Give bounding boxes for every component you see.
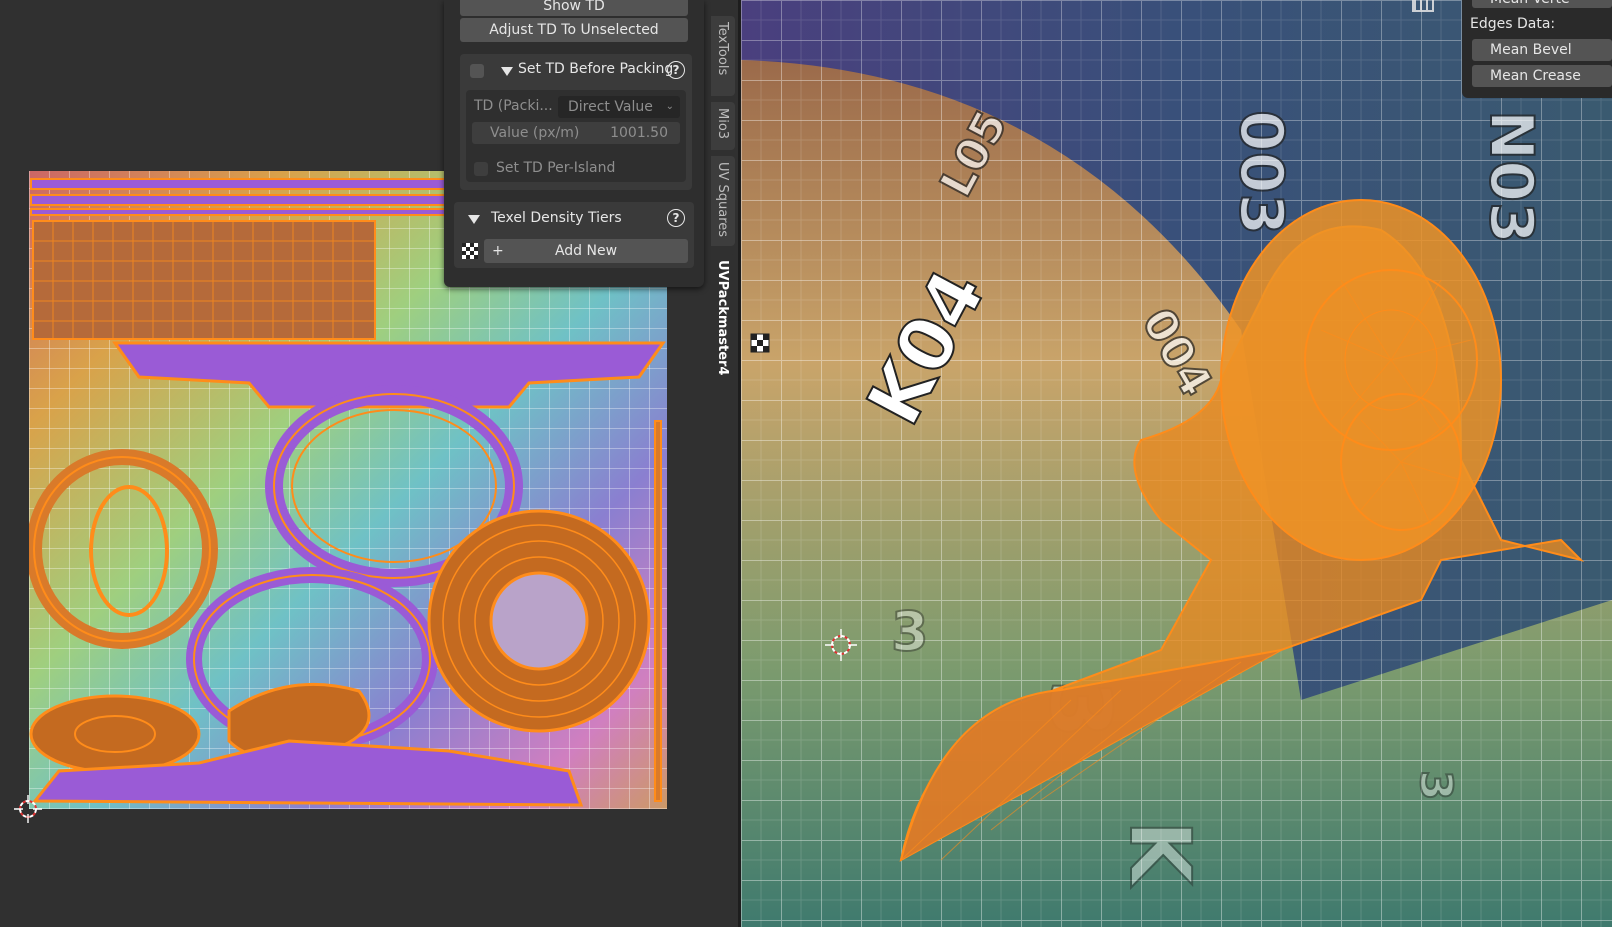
viewport-scene[interactable]: K04 L05 004 003 N03 3 3 3 K	[741, 0, 1612, 927]
adjust-td-button[interactable]: Adjust TD To Unselected	[460, 18, 688, 42]
add-new-label: Add New	[554, 243, 618, 259]
td-value-label: Value (px/m)	[490, 125, 580, 141]
texture-label: 003	[1226, 110, 1296, 235]
texture-label: 3	[891, 600, 929, 663]
tiers-section-title[interactable]: Texel Density Tiers	[491, 210, 622, 226]
show-td-button[interactable]: Show TD	[460, 0, 688, 16]
tab-mio3[interactable]: Mio3	[711, 102, 735, 150]
tab-uvpackmaster4[interactable]: UVPackmaster4	[711, 254, 735, 376]
texel-density-tiers-section: Texel Density Tiers ? + Add New	[454, 202, 694, 268]
mean-bevel-field[interactable]: Mean Bevel	[1472, 39, 1612, 61]
edges-data-label: Edges Data:	[1470, 16, 1556, 32]
help-icon[interactable]: ?	[667, 61, 685, 79]
uv-island-right-strip[interactable]	[654, 420, 662, 802]
tab-uv-squares[interactable]: UV Squares	[711, 156, 735, 246]
set-td-section-title[interactable]: Set TD Before Packing	[518, 61, 673, 77]
collapse-triangle-icon[interactable]	[468, 215, 480, 224]
texture-label: N03	[1476, 110, 1546, 244]
set-td-inner-box: TD (Packi... Direct Value ⌄ Value (px/m)…	[466, 90, 686, 182]
add-new-tier-button[interactable]: + Add New	[484, 239, 688, 263]
sidebar-tabs: TexTools Mio3 UV Squares UVPackmaster4	[711, 0, 735, 380]
td-value-field[interactable]: Value (px/m) 1001.50	[472, 122, 680, 144]
cursor-icon[interactable]	[14, 795, 42, 823]
checker-icon	[462, 243, 478, 259]
td-mode-dropdown[interactable]: Direct Value ⌄	[558, 96, 680, 118]
grid-icon[interactable]	[1412, 0, 1434, 12]
texture-label: 3	[1410, 770, 1461, 801]
set-td-enable-checkbox[interactable]	[470, 64, 484, 78]
tab-textools[interactable]: TexTools	[711, 16, 735, 96]
td-mode-label: TD (Packi...	[474, 98, 553, 114]
set-td-before-packing-section: Set TD Before Packing ? TD (Packi... Dir…	[460, 54, 692, 190]
tab-label: UVPackmaster4	[715, 260, 730, 376]
mean-vertex-button[interactable]: Mean Verte	[1472, 0, 1612, 8]
mean-crease-field[interactable]: Mean Crease	[1472, 65, 1612, 87]
item-properties-panel: Mean Verte Edges Data: Mean Bevel Mean C…	[1412, 0, 1612, 98]
per-island-checkbox[interactable]	[474, 162, 488, 176]
chevron-down-icon: ⌄	[665, 101, 674, 112]
uv-island-bottom-left-disc[interactable]	[29, 694, 201, 774]
collapse-triangle-icon[interactable]	[501, 67, 513, 76]
texel-density-panel: Show TD Adjust TD To Unselected Set TD B…	[444, 0, 704, 287]
plus-icon: +	[492, 243, 504, 259]
uv-island-strips[interactable]	[30, 178, 446, 216]
help-icon[interactable]: ?	[667, 209, 685, 227]
tab-label: Mio3	[715, 108, 730, 140]
per-island-label[interactable]: Set TD Per-Island	[496, 160, 615, 176]
texture-label: K	[1111, 820, 1209, 888]
3d-viewport[interactable]: K04 L05 004 003 N03 3 3 3 K	[741, 0, 1612, 927]
tab-label: UV Squares	[715, 162, 730, 238]
td-value-number: 1001.50	[610, 125, 668, 141]
td-mode-value: Direct Value	[568, 99, 653, 115]
tab-label: TexTools	[715, 22, 730, 76]
